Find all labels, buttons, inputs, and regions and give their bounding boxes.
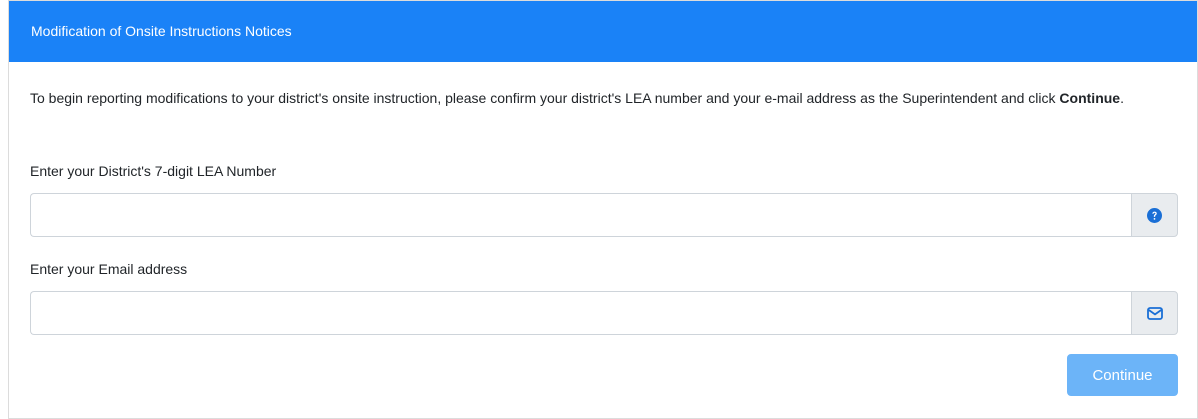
lea-number-group — [30, 193, 1178, 237]
intro-emphasis: Continue — [1059, 90, 1121, 106]
lea-number-label: Enter your District's 7-digit LEA Number — [30, 163, 277, 179]
question-circle-icon — [1147, 207, 1162, 223]
email-input[interactable] — [30, 291, 1131, 335]
email-group — [30, 291, 1178, 335]
email-addon — [1131, 291, 1178, 335]
intro-text-main: To begin reporting modifications to your… — [30, 90, 1060, 106]
page-title: Modification of Onsite Instructions Noti… — [31, 23, 292, 39]
notice-card: Modification of Onsite Instructions Noti… — [8, 0, 1198, 419]
continue-button[interactable]: Continue — [1067, 354, 1178, 396]
intro-text: To begin reporting modifications to your… — [30, 86, 1170, 111]
lea-number-input[interactable] — [30, 193, 1131, 237]
envelope-icon — [1146, 306, 1163, 320]
email-label: Enter your Email address — [30, 261, 188, 277]
card-header: Modification of Onsite Instructions Noti… — [9, 1, 1197, 62]
lea-help-addon[interactable] — [1131, 193, 1178, 237]
intro-text-end: . — [1120, 90, 1124, 106]
